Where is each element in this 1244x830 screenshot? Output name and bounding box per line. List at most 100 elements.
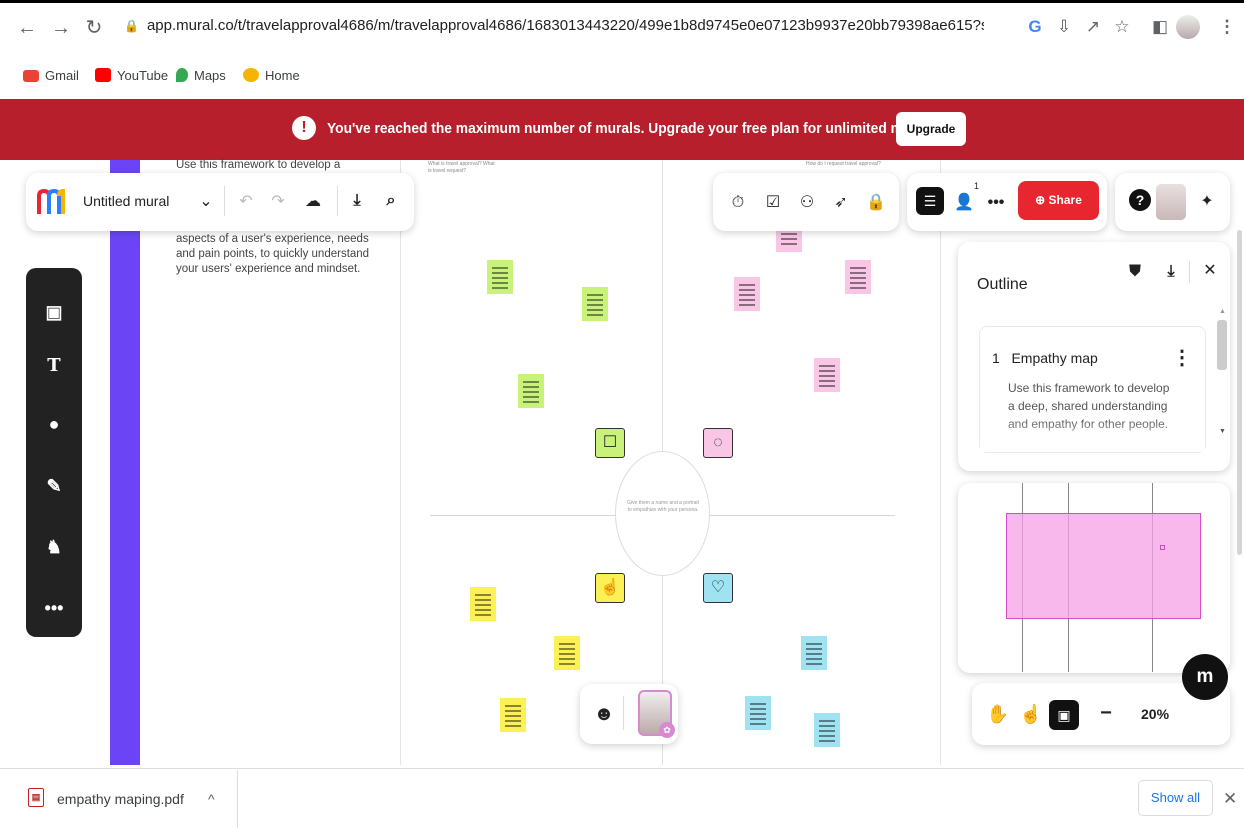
youtube-icon <box>95 68 111 82</box>
chevron-down-icon[interactable]: ⌄ <box>196 190 216 214</box>
collaborators-icon[interactable]: 👤 <box>953 191 975 215</box>
sticky-note-pink[interactable] <box>734 277 760 311</box>
sticky-note-green[interactable] <box>582 287 608 321</box>
more-options-icon[interactable]: ••• <box>985 191 1007 215</box>
cloud-saved-icon[interactable]: ☁ <box>302 190 324 214</box>
add-outline-icon[interactable]: ⛊ <box>1124 260 1146 284</box>
sticky-note-blue[interactable] <box>814 713 840 747</box>
timer-icon[interactable]: ⏱ <box>727 191 749 215</box>
outline-item-title: 1 Empathy map <box>992 350 1098 366</box>
user-avatar[interactable] <box>1156 184 1186 220</box>
description-fade <box>980 418 1205 452</box>
help-icon[interactable]: ? <box>1129 189 1151 211</box>
shapes-tool-icon[interactable]: ● <box>40 410 68 438</box>
lock-icon: 🔒 <box>124 19 139 33</box>
url-field[interactable]: 🔒 app.mural.co/t/travelapproval4686/m/tra… <box>124 17 984 34</box>
select-hand-icon[interactable]: ☝ <box>1019 702 1043 726</box>
quadrant-question-left: What is travel approval? What is travel … <box>428 161 495 174</box>
map-view-icon[interactable]: ▣ <box>1049 700 1079 730</box>
collaborator-count: 1 <box>974 181 980 191</box>
back-icon[interactable]: ← <box>16 17 38 39</box>
sticky-note-pink[interactable] <box>814 358 840 392</box>
close-icon[interactable]: ✕ <box>1199 259 1221 283</box>
scroll-down-icon[interactable]: ▼ <box>1219 428 1226 435</box>
profile-avatar[interactable] <box>1176 15 1200 39</box>
emoji-reaction-icon[interactable]: ☻ <box>592 702 616 726</box>
mural-title[interactable]: Untitled mural <box>83 193 169 209</box>
share-button[interactable]: ⊕ Share <box>1018 181 1099 220</box>
toolbar-divider <box>337 186 338 216</box>
chevron-up-icon[interactable]: ^ <box>208 791 215 807</box>
download-divider <box>237 770 238 828</box>
redo-icon[interactable]: ↷ <box>268 190 288 214</box>
star-badge-icon: ✿ <box>659 722 675 738</box>
google-icon[interactable]: G <box>1023 15 1047 39</box>
upgrade-button[interactable]: Upgrade <box>896 112 966 146</box>
sticky-note-green[interactable] <box>518 374 544 408</box>
persona-prompt: Give them a name and a portrait to empat… <box>627 500 699 513</box>
reaction-divider <box>623 696 624 730</box>
section-color-bar <box>110 160 140 765</box>
bookmark-gmail[interactable]: Gmail <box>23 66 79 86</box>
download-outline-icon[interactable]: ⤓ <box>1160 260 1182 284</box>
ai-sparkle-icon[interactable]: ✦ <box>1196 190 1218 214</box>
sticky-note-yellow[interactable] <box>500 698 526 732</box>
banner-message: You've reached the maximum number of mur… <box>327 120 940 137</box>
framework-description-top: Use this framework to develop a <box>176 159 341 171</box>
scroll-up-icon[interactable]: ▲ <box>1219 308 1226 315</box>
close-downloads-icon[interactable]: ✕ <box>1223 789 1237 809</box>
bookmark-maps[interactable]: Maps <box>176 66 226 86</box>
bookmark-star-icon[interactable]: ☆ <box>1110 15 1134 39</box>
sticky-note-pink[interactable] <box>776 228 802 252</box>
column-divider-left <box>400 160 401 765</box>
outline-title: Outline <box>977 276 1028 293</box>
says-speech-icon: ☐ <box>595 428 625 458</box>
summon-cursor-icon[interactable]: ➶ <box>830 191 852 215</box>
install-app-icon[interactable]: ⇩ <box>1052 15 1076 39</box>
side-panel-icon[interactable]: ◧ <box>1148 15 1172 39</box>
page-scrollbar[interactable] <box>1237 230 1242 555</box>
more-tools-icon[interactable]: ••• <box>40 594 68 622</box>
browser-menu-icon[interactable]: ⋮ <box>1215 15 1239 39</box>
forward-icon[interactable]: → <box>50 17 72 39</box>
voting-icon[interactable]: ☑ <box>762 191 784 215</box>
url-text: app.mural.co/t/travelapproval4686/m/trav… <box>146 17 984 34</box>
zoom-level[interactable]: 20% <box>1141 706 1169 722</box>
templates-llama-icon[interactable]: ♞ <box>40 533 68 561</box>
bookmark-youtube[interactable]: YouTube <box>95 66 168 86</box>
sticky-note-yellow[interactable] <box>554 636 580 670</box>
framework-description: aspects of a user's experience, needs an… <box>176 233 370 275</box>
panel-divider <box>1189 261 1190 283</box>
outline-scrollbar[interactable] <box>1217 320 1227 370</box>
zoom-out-icon[interactable]: − <box>1096 701 1116 725</box>
search-icon[interactable]: ⌕ <box>380 189 402 213</box>
sticky-note-blue[interactable] <box>801 636 827 670</box>
sticky-note-green[interactable] <box>487 260 513 294</box>
sticky-note-yellow[interactable] <box>470 587 496 621</box>
download-filename[interactable]: empathy maping.pdf <box>57 791 184 807</box>
export-icon[interactable]: ⤓ <box>346 189 368 213</box>
alert-icon: ! <box>292 116 316 140</box>
gmail-icon <box>23 70 39 82</box>
outline-toggle-icon[interactable]: ☰ <box>916 187 944 215</box>
sticky-note-pink[interactable] <box>845 260 871 294</box>
sticky-note-tool-icon[interactable]: ▣ <box>40 298 68 326</box>
show-all-button[interactable]: Show all <box>1138 780 1213 816</box>
mural-logo-icon[interactable] <box>36 188 68 216</box>
minimap-viewport[interactable] <box>1006 513 1201 619</box>
item-menu-icon[interactable]: ⋮ <box>1172 346 1192 370</box>
hand-tool-icon[interactable]: ✋ <box>986 702 1010 726</box>
reload-icon[interactable]: ↻ <box>83 17 105 39</box>
does-hand-icon: ☝ <box>595 573 625 603</box>
bookmark-home[interactable]: Home <box>243 66 300 86</box>
private-mode-icon[interactable]: ⚇ <box>796 191 818 215</box>
sticky-note-blue[interactable] <box>745 696 771 730</box>
pen-tool-icon[interactable]: ✎ <box>40 472 68 500</box>
downloads-bar <box>0 768 1244 830</box>
lock-mural-icon[interactable]: 🔒 <box>865 191 887 215</box>
undo-icon[interactable]: ↶ <box>236 190 256 214</box>
text-tool-icon[interactable]: T <box>40 352 68 380</box>
pdf-file-icon: ▤ <box>28 788 44 807</box>
mural-assistant-button[interactable]: m <box>1182 654 1228 700</box>
share-page-icon[interactable]: ↗ <box>1081 15 1105 39</box>
